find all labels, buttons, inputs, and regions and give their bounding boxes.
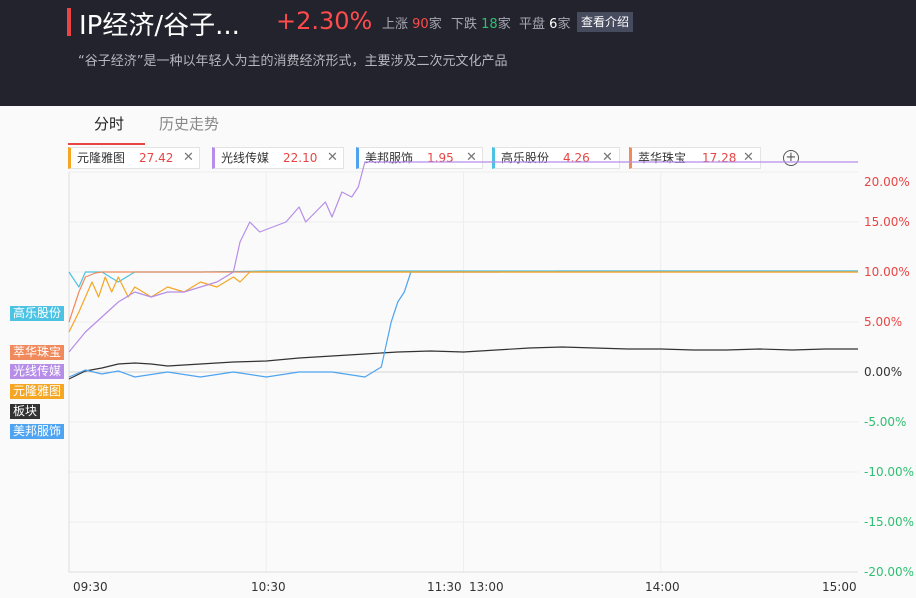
y-tick-label: -5.00%	[864, 415, 907, 429]
series-label-sector: 板块	[10, 404, 41, 419]
y-tick-label: 0.00%	[864, 365, 903, 379]
intraday-chart	[68, 161, 858, 573]
x-tick-label: 09:30	[73, 580, 108, 594]
series-label-yuanlong: 元隆雅图	[10, 384, 65, 399]
x-tick-label: 13:00	[469, 580, 504, 594]
series-label-meibang: 美邦服饰	[10, 424, 65, 439]
x-tick-label: 14:00	[645, 580, 680, 594]
y-tick-label: -10.00%	[864, 465, 915, 479]
y-tick-label: 20.00%	[864, 175, 910, 189]
x-tick-label: 10:30	[251, 580, 286, 594]
series-label-cuihua: 萃华珠宝	[10, 345, 65, 360]
x-tick-label: 11:30	[427, 580, 462, 594]
y-tick-label: 5.00%	[864, 315, 903, 329]
y-tick-label: 10.00%	[864, 265, 910, 279]
series-label-gaole: 高乐股份	[10, 306, 65, 321]
y-tick-label: 15.00%	[864, 215, 910, 229]
x-tick-label: 15:00	[822, 580, 857, 594]
y-tick-label: -20.00%	[864, 565, 915, 579]
series-label-guangxian: 光线传媒	[10, 364, 65, 379]
y-tick-label: -15.00%	[864, 515, 915, 529]
